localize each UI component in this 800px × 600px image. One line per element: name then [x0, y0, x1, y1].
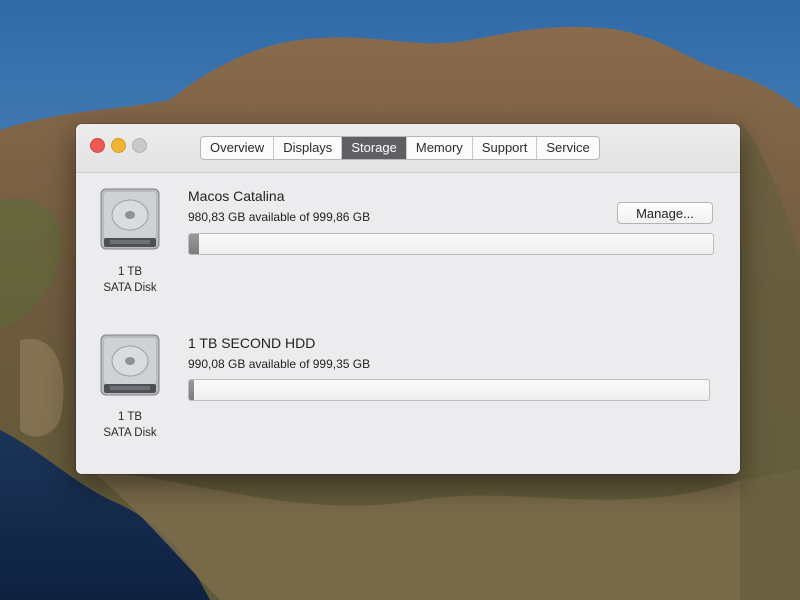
disk-type-label: SATA Disk [103, 427, 157, 439]
disk-row-2: 1 TB SATA Disk 1 TB SECOND HDD 990,08 GB… [76, 321, 740, 471]
manage-storage-button[interactable]: Manage... [617, 202, 713, 224]
storage-usage-bar [188, 233, 714, 255]
zoom-window-button [132, 138, 147, 153]
storage-used-fill [189, 380, 195, 400]
disk-availability: 980,83 GB available of 999,86 GB [188, 210, 371, 224]
disk-size-label: 1 TB [117, 411, 143, 423]
disk-size-label: 1 TB [117, 266, 143, 278]
tab-memory[interactable]: Memory [407, 137, 473, 159]
disk-availability: 990,08 GB available of 999,35 GB [188, 357, 371, 371]
disk-name: 1 TB SECOND HDD [188, 335, 316, 351]
disk-row-1: 1 TB SATA Disk Macos Catalina 980,83 GB … [76, 173, 740, 323]
storage-used-fill [189, 234, 199, 254]
minimize-window-button[interactable] [111, 138, 126, 153]
about-this-mac-window: Overview Displays Storage Memory Support… [76, 124, 740, 474]
disk-type-label: SATA Disk [103, 282, 157, 294]
tab-support[interactable]: Support [473, 137, 538, 159]
tab-displays[interactable]: Displays [274, 137, 343, 159]
storage-panel: 1 TB SATA Disk Macos Catalina 980,83 GB … [76, 173, 740, 474]
close-window-button[interactable] [90, 138, 105, 153]
window-titlebar[interactable]: Overview Displays Storage Memory Support… [76, 124, 740, 173]
tab-storage[interactable]: Storage [342, 137, 407, 159]
hard-disk-icon [100, 333, 160, 397]
tab-bar: Overview Displays Storage Memory Support… [200, 136, 600, 160]
storage-usage-bar [188, 379, 710, 401]
hard-disk-icon [100, 187, 160, 251]
disk-name: Macos Catalina [188, 188, 285, 204]
tab-overview[interactable]: Overview [201, 137, 275, 159]
tab-service[interactable]: Service [537, 137, 598, 159]
